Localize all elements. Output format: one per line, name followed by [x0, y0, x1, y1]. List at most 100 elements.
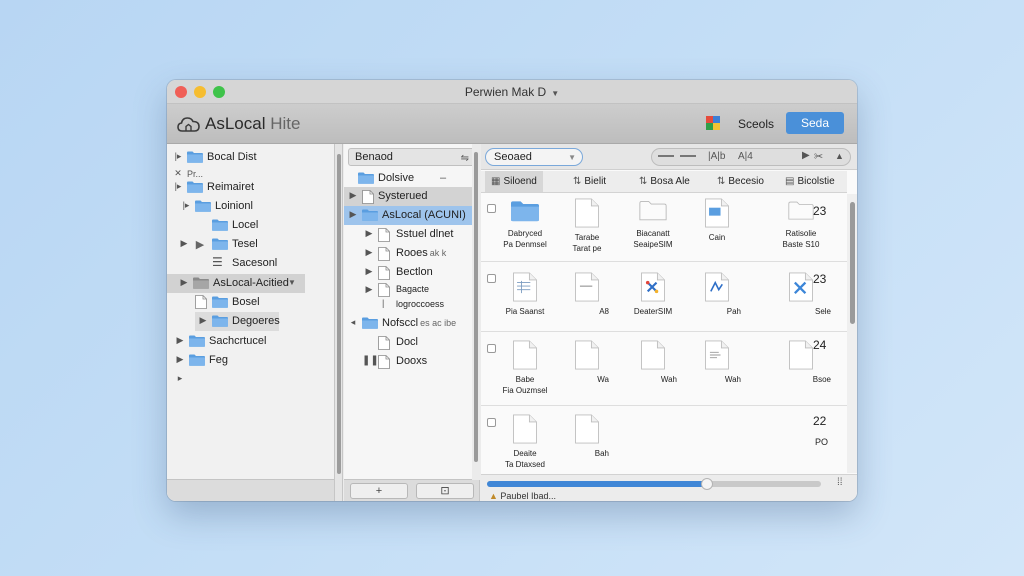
tree-item[interactable]: ▶ Systerued — [344, 187, 472, 206]
pause-icon[interactable]: ❚❚ — [362, 355, 379, 366]
table-row[interactable]: Dabryced Pa Denmsel Tarabe Tarat pe Biac… — [481, 194, 847, 262]
chevron-down-icon[interactable]: ▼ — [568, 150, 576, 166]
sidebar-scrollbar[interactable] — [335, 144, 343, 501]
sidebar-item[interactable]: ▶ Feg — [167, 351, 334, 370]
file-item[interactable]: Wah — [687, 340, 747, 384]
file-item[interactable]: A8 — [557, 272, 617, 316]
play-icon[interactable]: ▶ — [802, 150, 810, 161]
folder-search-field[interactable]: Benaod ⇋ — [348, 148, 476, 166]
tree-item[interactable]: Dolsive – — [344, 169, 479, 188]
tree-pane-scrollbar[interactable] — [472, 144, 480, 480]
scrollbar-thumb[interactable] — [850, 202, 855, 324]
chevron-right-icon[interactable]: ▶ — [364, 247, 374, 258]
file-item[interactable]: Biacanatt SeaipeSIM — [623, 198, 683, 249]
toolbar-sub-label[interactable]: Sceols — [738, 117, 774, 131]
column-header-tags[interactable]: ▤ Bicolstie — [785, 176, 835, 187]
column-header-size[interactable]: ⇅ Bosa Ale — [639, 176, 690, 187]
sidebar-item[interactable]: |▸ Loinionl — [167, 197, 334, 216]
sidebar-item[interactable]: ▸ — [167, 370, 334, 389]
tree-item[interactable]: | logroccoess — [344, 297, 479, 312]
sidebar-item[interactable]: ▶ ▶ Tesel — [167, 235, 334, 254]
table-row[interactable]: Deaite Ta Dtaxsed Bah 22 PO — [481, 406, 847, 473]
column-header-date[interactable]: ⇅ Becesio — [717, 176, 764, 187]
file-item[interactable]: Babe Fia Ouzmsel — [495, 340, 555, 395]
chevron-left-icon[interactable]: ◂ — [348, 317, 358, 328]
chevron-right-icon[interactable]: ▶ — [198, 315, 208, 326]
sidebar-item[interactable]: Bosel — [167, 293, 334, 312]
table-row[interactable]: Pia Saanst A8 DeaterSIM Pah 23 Sele — [481, 262, 847, 332]
column-header-name[interactable]: ▦ Siloend — [485, 171, 543, 192]
chevron-right-icon[interactable]: ▸ — [175, 373, 185, 384]
table-row[interactable]: Babe Fia Ouzmsel Wa Wah Wah 24 Bsoe — [481, 332, 847, 406]
chevron-right-icon[interactable]: ▶ — [175, 354, 185, 365]
scrollbar-thumb[interactable] — [474, 152, 478, 462]
file-item[interactable]: Cain — [687, 198, 747, 242]
file-item[interactable]: Deaite Ta Dtaxsed — [495, 414, 555, 469]
file-item-label: DeaterSIM — [633, 307, 673, 316]
chevron-right-icon[interactable]: ▶ — [348, 190, 358, 201]
progress-knob[interactable] — [701, 478, 713, 490]
sort-icon[interactable]: ⇋ — [461, 151, 469, 167]
primary-action-button[interactable]: Seda — [786, 112, 844, 134]
file-item[interactable]: 24 Bsoe — [771, 338, 831, 384]
sidebar-item-label: Bocal Dist — [207, 151, 257, 163]
sidebar-item[interactable]: ▶ Degoeres — [195, 312, 280, 331]
file-pane-toolbar: Seoaed ▼ |A|b A|4 ▶ ✂ ▲ — [481, 144, 857, 170]
status-text-label: Paubel Ibad... — [500, 491, 556, 501]
tree-item-label: logroccoess — [396, 299, 445, 309]
file-search-field[interactable]: Seoaed ▼ — [485, 148, 583, 166]
tree-item[interactable]: ◂ Nofsccl es ac ibe — [344, 314, 479, 333]
file-item[interactable]: 23 Ratisolie Baste S10 — [771, 198, 831, 249]
tree-item[interactable]: Docl — [344, 333, 479, 352]
chevron-down-icon[interactable]: ▼ — [287, 278, 297, 287]
sidebar-item[interactable]: ☰ Sacesonl — [167, 254, 334, 273]
scrollbar-thumb[interactable] — [337, 154, 341, 474]
folder-icon — [189, 335, 205, 347]
sidebar-item-selected[interactable]: ▶ AsLocal-Acitied ▼ — [167, 274, 305, 293]
archive-icon[interactable]: ⊡ — [416, 483, 474, 499]
chevron-right-icon[interactable]: ▶ — [179, 238, 189, 249]
tree-item[interactable]: ▶ Rooes ak k — [344, 244, 479, 263]
file-item[interactable]: Wa — [557, 340, 617, 384]
sidebar-item[interactable]: ▶ Sachcrtucel — [167, 332, 334, 351]
chevron-right-icon[interactable]: ▶ — [364, 284, 374, 295]
view-control-label[interactable]: A|4 — [738, 151, 753, 162]
window-title[interactable]: Perwien Mak D ▼ — [167, 85, 857, 99]
tree-item[interactable]: ▶ Bagacte — [344, 281, 479, 297]
tree-item[interactable]: ▶ Sstuel dlnet — [344, 225, 479, 244]
file-item[interactable]: Pah — [687, 272, 747, 316]
chevron-right-icon[interactable]: |▸ — [173, 181, 183, 192]
progress-bar[interactable] — [487, 478, 821, 490]
view-control-label[interactable]: |A|b — [708, 151, 725, 162]
file-item[interactable]: Tarabe Tarat pe — [557, 198, 617, 253]
grid-view-icon[interactable]: ⁞⁞ — [837, 477, 843, 488]
file-item[interactable]: 23 Sele — [771, 272, 831, 316]
file-item[interactable]: Wah — [623, 340, 683, 384]
chevron-right-icon[interactable]: ▶ — [175, 335, 185, 346]
sidebar-item[interactable]: |▸ Reimairet — [167, 178, 334, 197]
add-icon[interactable]: + — [350, 483, 408, 499]
file-item[interactable]: Dabryced Pa Denmsel — [495, 198, 555, 249]
sidebar-item[interactable]: Locel — [167, 216, 334, 235]
file-item[interactable]: Pia Saanst — [495, 272, 555, 316]
chevron-right-icon[interactable]: |▸ — [181, 200, 191, 211]
chevron-right-icon[interactable]: ▶ — [179, 277, 189, 288]
chevron-up-icon[interactable]: ▲ — [835, 151, 844, 161]
tree-item-selected[interactable]: ▶ AsLocal (ACUNI) — [344, 206, 472, 225]
chevron-right-icon[interactable]: ▶ — [364, 228, 374, 239]
file-item[interactable]: Bah — [557, 414, 617, 458]
minus-icon[interactable] — [680, 155, 696, 157]
folder-icon — [362, 317, 378, 329]
color-grid-icon[interactable] — [706, 116, 720, 130]
file-item[interactable]: DeaterSIM — [623, 272, 683, 316]
file-grid-scrollbar[interactable] — [847, 194, 857, 473]
chevron-right-icon[interactable]: ▶ — [364, 266, 374, 277]
chevron-right-icon[interactable]: |▸ — [173, 151, 183, 162]
tree-item[interactable]: ▶ Bectlon — [344, 263, 479, 282]
column-header-kind[interactable]: ⇅ Bielit — [573, 176, 606, 187]
chevron-right-icon[interactable]: ▶ — [348, 209, 358, 220]
shuffle-icon[interactable]: ✂ — [814, 150, 823, 163]
sidebar-item-label: Sacesonl — [232, 257, 278, 269]
minus-icon[interactable] — [658, 155, 674, 157]
tree-item[interactable]: ❚❚ Dooxs — [344, 352, 479, 371]
